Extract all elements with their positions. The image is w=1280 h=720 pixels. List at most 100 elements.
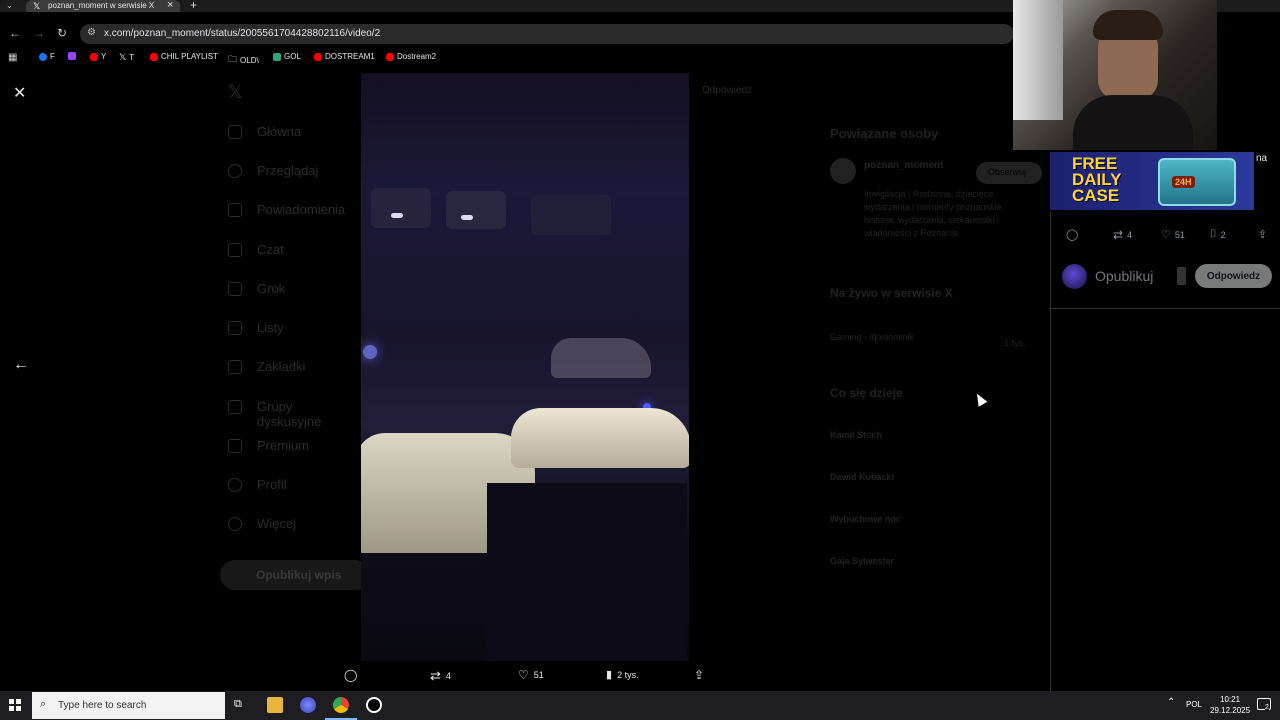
nav-bookmarks[interactable]: Zakładki <box>257 359 305 374</box>
related-bio: Inwigilacja | Rodzinne, dziecięce wydarz… <box>864 189 1005 238</box>
bookmark-label: T <box>129 53 135 62</box>
bookmark-folder-old[interactable]: 🗀 OLD\ <box>228 52 259 68</box>
nav-chat[interactable]: Czat <box>257 242 284 257</box>
follow-button-label: Obserwuj <box>988 167 1027 177</box>
trend-item[interactable]: Gaja Sylwester <box>830 556 894 566</box>
tab-list-chevron-icon[interactable]: ⌄ <box>6 1 13 10</box>
nav-grok[interactable]: Grok <box>257 281 285 296</box>
clock-date: 29.12.2025 <box>1210 706 1251 715</box>
share-action[interactable]: ⇪ <box>1258 228 1267 241</box>
bookmark-dostream1[interactable]: DOSTREAM1 <box>314 52 375 61</box>
video-player[interactable] <box>361 73 689 661</box>
obs-icon[interactable] <box>366 697 382 713</box>
trend-item[interactable]: Wybuchowe noc <box>830 514 901 524</box>
url-text: x.com/poznan_moment/status/2005561704428… <box>104 28 381 39</box>
bookmark-chil-playlist[interactable]: CHIL PLAYLIST <box>150 52 218 61</box>
mail-icon <box>228 243 242 257</box>
live-item[interactable]: Gaming · @xdominik <box>830 332 914 342</box>
previous-media-icon[interactable]: ← <box>13 356 29 374</box>
video-like-button[interactable]: ♡ 51 <box>518 668 544 682</box>
bookmark-facebook[interactable]: F <box>39 52 55 61</box>
dark-foreground-shape <box>487 483 687 661</box>
forward-icon[interactable]: → <box>33 26 45 40</box>
file-explorer-icon[interactable] <box>267 697 283 713</box>
clock[interactable]: 10:21 29.12.2025 <box>1210 694 1250 716</box>
search-icon: ⌕ <box>40 698 47 710</box>
reply-input[interactable]: Opublikuj <box>1095 268 1153 284</box>
live-count: 1 tys. <box>1004 338 1026 348</box>
video-retweet-button[interactable]: ⇄ 4 <box>430 668 451 684</box>
task-view-icon[interactable]: ⧉ <box>234 698 242 711</box>
reply-tab-label: Odpowiedz <box>702 85 753 96</box>
bookmark-dostream2[interactable]: Dostream2 <box>386 52 436 61</box>
start-pane <box>9 699 14 704</box>
share-icon: ⇪ <box>694 668 705 682</box>
nav-premium[interactable]: Premium <box>257 438 309 453</box>
video-views-button[interactable]: ▮ 2 tys. <box>606 668 639 681</box>
like-count: 51 <box>1174 229 1185 240</box>
apps-grid-icon[interactable]: ▦ <box>8 52 17 63</box>
like-count: 51 <box>533 670 544 680</box>
discord-icon[interactable] <box>300 697 316 713</box>
retweet-icon: ⇄ <box>1113 228 1124 242</box>
clock-time: 10:21 <box>1220 695 1241 704</box>
youtube-icon <box>314 52 322 61</box>
comment-icon: ◯ <box>344 668 358 682</box>
nav-explore[interactable]: Przeglądaj <box>257 163 318 178</box>
reply-button[interactable]: Odpowiedz <box>1195 264 1272 288</box>
trend-item[interactable]: Dawid Kubacki <box>830 472 894 482</box>
close-tab-icon[interactable]: × <box>167 0 173 11</box>
tab-title: poznan_moment w serwisie X <box>48 1 155 10</box>
nav-more[interactable]: Więcej <box>257 516 296 531</box>
bar-chart-icon: ▮ <box>606 669 613 681</box>
reload-icon[interactable]: ↻ <box>57 26 67 40</box>
tray-chevron-icon[interactable]: ⌃ <box>1167 697 1175 708</box>
bookmark-action[interactable]: ⌷ 2 <box>1210 228 1226 241</box>
profile-icon <box>228 478 242 492</box>
back-icon[interactable]: ← <box>9 26 21 40</box>
bookmark-gol[interactable]: GOL <box>273 52 301 61</box>
user-avatar[interactable] <box>1062 264 1087 289</box>
police-car-shape <box>551 338 651 378</box>
nav-notifications[interactable]: Powiadomienia <box>257 202 345 217</box>
post-button-label: Opublikuj wpis <box>256 568 342 582</box>
share-icon: ⇪ <box>1258 229 1268 241</box>
bookmark-twitch[interactable] <box>68 52 76 60</box>
communities-icon <box>228 400 242 414</box>
banner-line: CASE <box>1072 186 1120 205</box>
like-action[interactable]: ♡ 51 <box>1161 228 1185 241</box>
bookmark-label: DOSTREAM1 <box>325 52 375 61</box>
parked-car-shape <box>371 188 431 228</box>
close-media-icon[interactable]: ✕ <box>13 83 26 103</box>
list-icon <box>228 321 242 335</box>
white-car-shape <box>511 408 689 468</box>
streamer-hair-shape <box>1093 10 1163 40</box>
bookmark-x[interactable]: 𝕏T <box>119 52 134 63</box>
reply-action[interactable]: ◯ <box>1066 228 1078 241</box>
new-tab-button[interactable]: + <box>190 0 197 12</box>
language-indicator[interactable]: POL <box>1186 700 1202 709</box>
view-count: 2 tys. <box>617 669 639 680</box>
chrome-icon[interactable] <box>333 697 349 713</box>
facebook-icon <box>39 52 47 61</box>
premium-icon <box>228 439 242 453</box>
retweet-action[interactable]: ⇄ 4 <box>1113 228 1132 242</box>
trend-item[interactable]: Kamil Stoch <box>830 430 882 440</box>
bookmark-youtube-y[interactable]: Y <box>90 52 106 61</box>
nav-communities[interactable]: Grupy dyskusyjne <box>257 399 360 429</box>
retweet-count: 4 <box>445 671 451 681</box>
nav-profile[interactable]: Profil <box>257 477 287 492</box>
video-reply-button[interactable]: ◯ <box>344 668 357 682</box>
heart-icon: ♡ <box>518 668 529 682</box>
video-share-button[interactable]: ⇪ <box>694 668 704 682</box>
youtube-icon <box>386 52 394 61</box>
site-info-icon[interactable]: ⚙ <box>87 27 96 38</box>
nav-home[interactable]: Główna <box>257 124 301 139</box>
headlight-shape <box>461 215 473 220</box>
nav-lists[interactable]: Listy <box>257 320 284 335</box>
parked-car-shape <box>531 195 611 235</box>
bookmark-icon: ⌷ <box>1210 228 1217 240</box>
related-name[interactable]: poznan_moment <box>864 160 943 171</box>
notification-count: 2 <box>1265 704 1269 711</box>
windows-start-icon[interactable] <box>9 699 21 711</box>
